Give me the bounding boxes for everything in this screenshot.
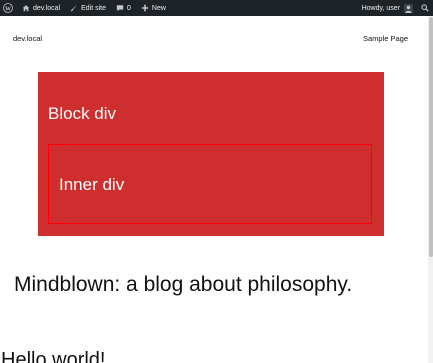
inner-div-label: Inner div bbox=[59, 175, 125, 194]
comment-icon bbox=[116, 4, 124, 12]
site-tagline: Mindblown: a blog about philosophy. bbox=[14, 273, 353, 296]
nav-sample-page[interactable]: Sample Page bbox=[363, 34, 408, 43]
home-icon bbox=[22, 4, 30, 12]
block-div-label: Block div bbox=[48, 104, 117, 123]
wordpress-menu[interactable]: W bbox=[0, 0, 17, 16]
admin-bar-right: Howdy, user bbox=[358, 0, 433, 16]
site-name-label: dev.local bbox=[33, 4, 61, 12]
site-title[interactable]: dev.local bbox=[13, 34, 42, 43]
my-account-menu[interactable]: Howdy, user bbox=[358, 0, 417, 16]
svg-text:W: W bbox=[5, 6, 11, 12]
edit-site-link[interactable]: Edit site bbox=[65, 0, 111, 16]
greeting-label: Howdy, user bbox=[361, 4, 400, 12]
avatar-icon bbox=[404, 3, 413, 13]
search-button[interactable] bbox=[417, 0, 433, 16]
new-label: New bbox=[151, 4, 166, 12]
edit-site-label: Edit site bbox=[81, 4, 107, 12]
comments-link[interactable]: 0 bbox=[111, 0, 136, 16]
post-title[interactable]: Hello world! bbox=[1, 349, 105, 363]
wordpress-logo-icon: W bbox=[3, 3, 13, 13]
new-content-menu[interactable]: New bbox=[136, 0, 171, 16]
scrollbar-thumb[interactable] bbox=[429, 17, 433, 257]
brush-icon bbox=[70, 4, 78, 12]
admin-bar-left: W dev.local Edit site 0 New bbox=[0, 0, 171, 16]
admin-bar: W dev.local Edit site 0 New Howdy, user bbox=[0, 0, 433, 16]
block-div: Block div Inner div bbox=[38, 72, 384, 236]
site-name-menu[interactable]: dev.local bbox=[17, 0, 65, 16]
search-icon bbox=[421, 4, 429, 12]
inner-div: Inner div bbox=[48, 144, 372, 224]
comments-count: 0 bbox=[127, 4, 131, 12]
plus-icon bbox=[141, 4, 149, 12]
